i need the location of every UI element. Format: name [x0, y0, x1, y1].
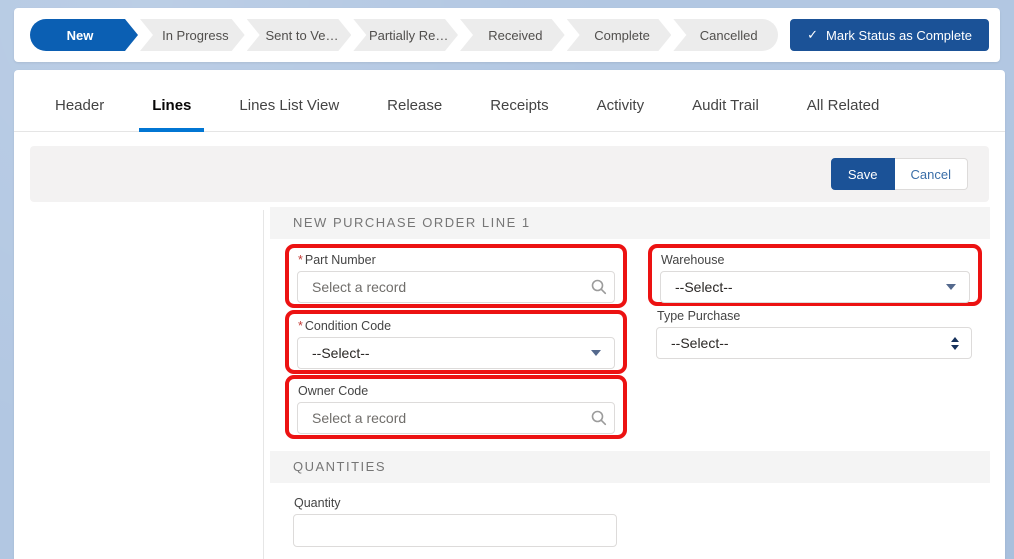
required-asterisk: * — [298, 253, 303, 267]
up-down-spinner-icon — [951, 336, 959, 350]
part-number-input[interactable] — [298, 279, 584, 295]
path-bar: New In Progress Sent to Ve… Partially Re… — [30, 19, 778, 51]
condition-code-label: * Condition Code — [298, 319, 392, 333]
tab-lines-list-view[interactable]: Lines List View — [226, 83, 352, 131]
cancel-button[interactable]: Cancel — [894, 158, 968, 190]
path-stage-label: Received — [488, 27, 543, 43]
path-stage-sent-to-vendor[interactable]: Sent to Ve… — [247, 19, 352, 51]
form-left-panel — [14, 210, 264, 559]
highlight-box-owner-code: Owner Code — [285, 375, 627, 439]
tab-bar: Header Lines Lines List View Release Rec… — [14, 70, 1005, 132]
save-button[interactable]: Save — [830, 158, 895, 190]
quantity-field: Quantity — [293, 496, 617, 547]
quantity-input-wrap — [293, 514, 617, 547]
form-body: NEW PURCHASE ORDER LINE 1 *Part Number W… — [14, 202, 1005, 559]
path-stage-label: Partially Re… — [368, 27, 449, 43]
type-purchase-select[interactable]: --Select-- — [656, 327, 972, 359]
path-stage-new[interactable]: New — [30, 19, 138, 51]
mark-status-complete-button[interactable]: ✓ Mark Status as Complete — [790, 19, 989, 51]
tab-header[interactable]: Header — [42, 83, 117, 131]
type-purchase-label: Type Purchase — [657, 309, 741, 323]
section-title-new-po-line: NEW PURCHASE ORDER LINE 1 — [270, 207, 990, 239]
path-stage-label: Cancelled — [699, 27, 758, 43]
fields-area: *Part Number Warehouse --Select-- — [270, 239, 990, 445]
chevron-down-icon — [591, 350, 601, 356]
quantity-input[interactable] — [294, 522, 616, 539]
path-stage-in-progress[interactable]: In Progress — [140, 19, 245, 51]
tab-receipts[interactable]: Receipts — [477, 83, 561, 131]
form-toolbar: Save Cancel — [30, 146, 989, 202]
path-stage-label: Complete — [594, 27, 650, 43]
path-stage-cancelled[interactable]: Cancelled — [673, 19, 778, 51]
path-stage-label: New — [66, 27, 94, 43]
form-panel: NEW PURCHASE ORDER LINE 1 *Part Number W… — [264, 202, 1005, 559]
path-stage-complete[interactable]: Complete — [567, 19, 672, 51]
section-title-quantities: QUANTITIES — [270, 451, 990, 483]
owner-code-input[interactable] — [298, 410, 584, 426]
quantity-label: Quantity — [294, 496, 341, 510]
condition-code-picklist[interactable]: --Select-- — [297, 337, 615, 369]
warehouse-value: --Select-- — [675, 279, 733, 295]
search-icon — [584, 410, 614, 426]
owner-code-label: Owner Code — [298, 384, 369, 398]
path-stage-label: Sent to Ve… — [265, 27, 339, 43]
path-stage-partially-received[interactable]: Partially Re… — [353, 19, 458, 51]
search-icon — [584, 279, 614, 295]
highlight-box-warehouse: Warehouse --Select-- — [648, 244, 982, 306]
tab-release[interactable]: Release — [374, 83, 455, 131]
path-stage-label: In Progress — [162, 27, 229, 43]
path-card: New In Progress Sent to Ve… Partially Re… — [14, 8, 1000, 62]
warehouse-picklist[interactable]: --Select-- — [660, 271, 970, 303]
path-stage-received[interactable]: Received — [460, 19, 565, 51]
tab-lines[interactable]: Lines — [139, 83, 205, 132]
type-purchase-field: Type Purchase --Select-- — [656, 307, 972, 359]
highlight-box-condition-code: * Condition Code --Select-- — [285, 310, 627, 374]
highlight-box-part-number: * Part Number — [285, 244, 627, 308]
owner-code-lookup[interactable] — [297, 402, 615, 434]
part-number-lookup[interactable] — [297, 271, 615, 303]
part-number-label: * Part Number — [298, 253, 376, 267]
chevron-down-icon — [946, 284, 956, 290]
type-purchase-value: --Select-- — [671, 335, 729, 351]
check-icon: ✓ — [807, 27, 819, 42]
tab-all-related[interactable]: All Related — [794, 83, 893, 131]
tab-audit-trail[interactable]: Audit Trail — [679, 83, 772, 131]
main-card: Header Lines Lines List View Release Rec… — [14, 70, 1005, 559]
required-asterisk: * — [298, 319, 303, 333]
condition-code-value: --Select-- — [312, 345, 370, 361]
mark-status-complete-label: Mark Status as Complete — [826, 27, 972, 43]
tab-activity[interactable]: Activity — [584, 83, 658, 131]
warehouse-label: Warehouse — [661, 253, 725, 267]
